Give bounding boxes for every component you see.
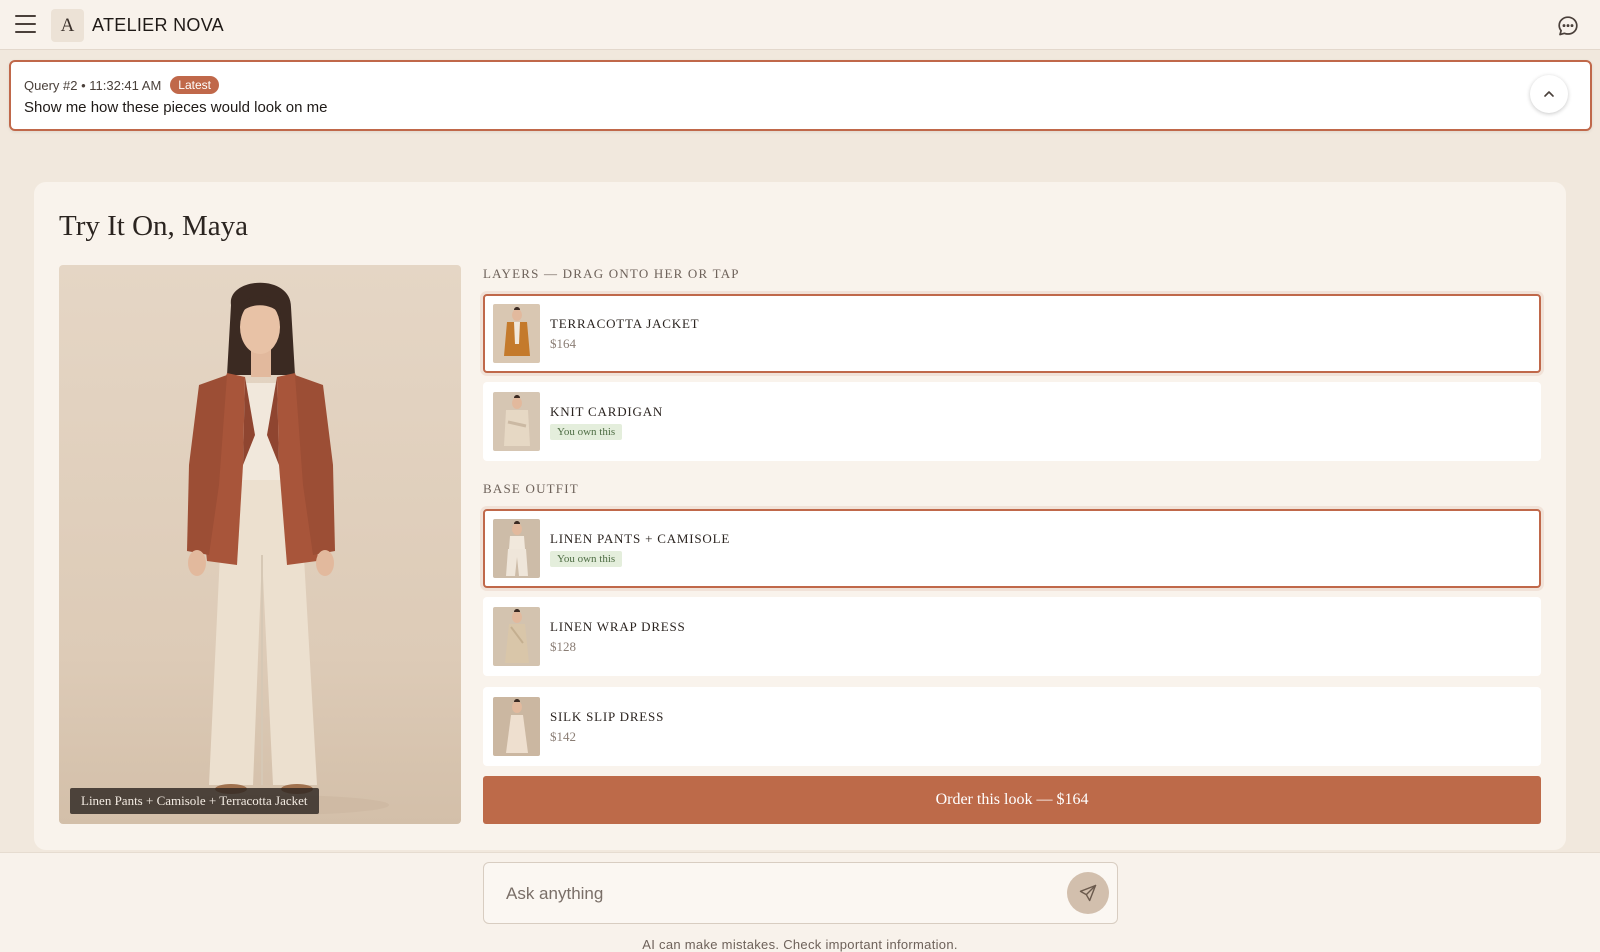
- item-price: $128: [550, 639, 576, 654]
- item-thumbnail: [493, 519, 540, 578]
- send-button[interactable]: [1067, 872, 1109, 914]
- collapse-button[interactable]: [1530, 75, 1568, 113]
- try-on-panel: Try It On, Maya Linen Pants + Camisole +…: [34, 182, 1566, 850]
- item-terracotta-jacket[interactable]: TERRACOTTA JACKET $164: [483, 294, 1541, 373]
- order-look-button[interactable]: Order this look — $164: [483, 776, 1541, 824]
- item-price: $142: [550, 729, 576, 744]
- item-linen-pants-camisole[interactable]: LINEN PANTS + CAMISOLE You own this: [483, 509, 1541, 588]
- item-name: LINEN PANTS + CAMISOLE: [550, 531, 731, 546]
- item-name: KNIT CARDIGAN: [550, 404, 664, 419]
- item-silk-slip-dress[interactable]: SILK SLIP DRESS $142: [483, 687, 1541, 766]
- ask-input-wrapper: [483, 862, 1118, 924]
- photo-caption: Linen Pants + Camisole + Terracotta Jack…: [70, 788, 319, 814]
- composer-bar: AI can make mistakes. Check important in…: [0, 852, 1600, 952]
- brand-logo: A: [51, 9, 84, 42]
- ask-input[interactable]: [506, 881, 1046, 907]
- item-thumbnail: [493, 697, 540, 756]
- panel-title: Try It On, Maya: [59, 210, 249, 242]
- owned-badge: You own this: [550, 551, 623, 567]
- item-name: LINEN WRAP DRESS: [550, 619, 686, 634]
- model-illustration: [149, 282, 389, 815]
- latest-badge: Latest: [170, 76, 219, 94]
- hamburger-menu-icon[interactable]: [15, 15, 36, 33]
- chat-bubble-icon[interactable]: [1556, 14, 1580, 38]
- item-thumbnail: [493, 304, 540, 363]
- chevron-up-icon: [1544, 91, 1554, 97]
- item-knit-cardigan[interactable]: KNIT CARDIGAN You own this: [483, 382, 1541, 461]
- item-name: TERRACOTTA JACKET: [550, 316, 700, 331]
- owned-badge: You own this: [550, 424, 623, 440]
- top-bar: A ATELIER NOVA: [0, 0, 1600, 50]
- query-meta: Query #2 • 11:32:41 AM: [24, 77, 162, 93]
- item-thumbnail: [493, 607, 540, 666]
- item-name: SILK SLIP DRESS: [550, 709, 665, 724]
- item-thumbnail: [493, 392, 540, 451]
- item-price: $164: [550, 336, 576, 351]
- item-linen-wrap-dress[interactable]: LINEN WRAP DRESS $128: [483, 597, 1541, 676]
- query-meta-row: Query #2 • 11:32:41 AM Latest: [24, 76, 219, 94]
- layers-section-label: LAYERS — DRAG ONTO HER OR TAP: [483, 266, 740, 281]
- query-card: Query #2 • 11:32:41 AM Latest Show me ho…: [9, 60, 1592, 131]
- brand-name: ATELIER NOVA: [92, 15, 224, 35]
- base-outfit-section-label: BASE OUTFIT: [483, 481, 579, 496]
- query-text: Show me how these pieces would look on m…: [24, 99, 328, 116]
- ai-disclaimer: AI can make mistakes. Check important in…: [642, 937, 958, 952]
- model-photo[interactable]: Linen Pants + Camisole + Terracotta Jack…: [59, 265, 461, 824]
- send-icon: [1079, 884, 1097, 902]
